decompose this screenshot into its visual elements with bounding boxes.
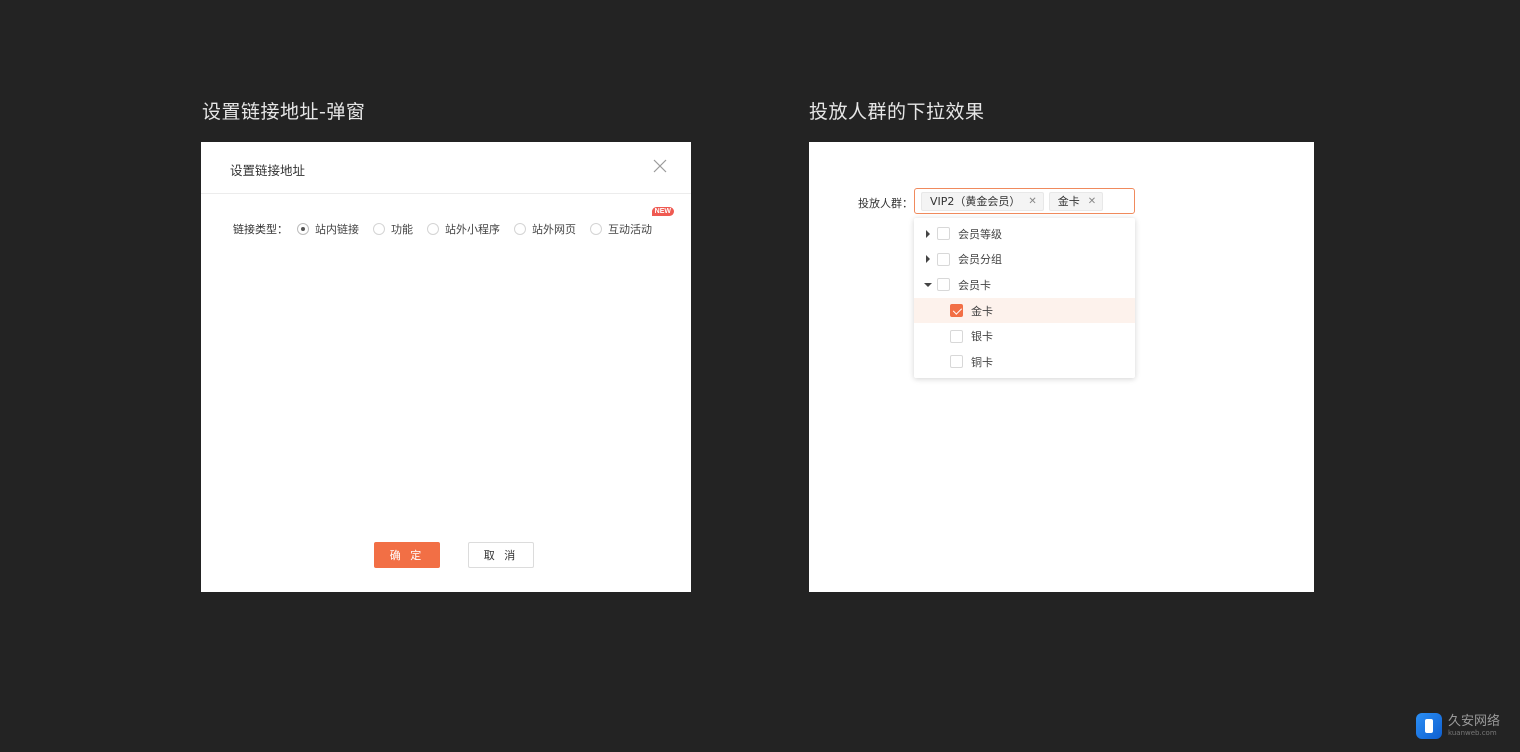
tag-label: VIP2（黄金会员） [930, 195, 1021, 208]
radio-unchecked-icon [514, 223, 526, 235]
audience-multi-select[interactable]: VIP2（黄金会员） ✕ 金卡 ✕ [914, 188, 1135, 214]
link-type-label: 链接类型： [233, 223, 288, 236]
tree-node-member-level[interactable]: 会员等级 [914, 221, 1135, 247]
radio-internal-link[interactable]: 站内链接 [297, 221, 359, 237]
tree-node-silver-card[interactable]: 银卡 [914, 323, 1135, 349]
audience-label: 投放人群： [858, 197, 913, 210]
radio-label: 功能 [391, 223, 413, 236]
brand-logo-icon [1416, 713, 1442, 739]
tag-close-icon[interactable]: ✕ [1088, 196, 1096, 207]
tag-close-icon[interactable]: ✕ [1028, 196, 1036, 207]
radio-interactive-activity[interactable]: 互动活动 NEW [590, 207, 674, 237]
new-badge: NEW [651, 207, 674, 216]
radio-label: 站外小程序 [445, 223, 500, 236]
radio-unchecked-icon [373, 223, 385, 235]
link-settings-modal: 设置链接地址 链接类型： 站内链接 功能 站外小程序 站外网页 互动活动 NEW… [201, 142, 691, 592]
checkbox[interactable] [937, 227, 950, 241]
tree-node-member-group[interactable]: 会员分组 [914, 247, 1135, 273]
radio-label: 互动活动 [608, 223, 652, 236]
close-icon[interactable] [653, 159, 667, 173]
tree-node-label: 银卡 [971, 330, 993, 344]
tree-node-bronze-card[interactable]: 铜卡 [914, 349, 1135, 375]
caret-down-icon[interactable] [924, 281, 932, 289]
caret-right-icon[interactable] [924, 229, 932, 238]
checkbox[interactable] [937, 252, 950, 266]
radio-unchecked-icon [590, 223, 602, 235]
radio-external-miniprogram[interactable]: 站外小程序 [427, 221, 500, 237]
audience-dropdown: 会员等级 会员分组 会员卡 金卡 银卡 铜卡 [914, 218, 1135, 378]
checkbox-checked[interactable] [950, 304, 963, 318]
tree-node-gold-card[interactable]: 金卡 [914, 297, 1135, 324]
confirm-button[interactable]: 确 定 [374, 542, 440, 568]
radio-label: 站内链接 [315, 223, 359, 236]
watermark-url: kuanweb.com [1448, 728, 1497, 737]
checkbox[interactable] [950, 355, 963, 369]
tree-node-label: 铜卡 [971, 355, 993, 369]
tree-node-label: 会员等级 [958, 227, 1002, 241]
section-title-link-modal: 设置链接地址-弹窗 [202, 101, 366, 123]
radio-unchecked-icon [427, 223, 439, 235]
tree-node-label: 会员卡 [958, 278, 991, 292]
link-type-row: 链接类型： 站内链接 功能 站外小程序 站外网页 互动活动 NEW [233, 207, 674, 237]
tree-node-member-card[interactable]: 会员卡 [914, 272, 1135, 298]
selected-tag: VIP2（黄金会员） ✕ [921, 191, 1044, 211]
modal-title: 设置链接地址 [230, 163, 306, 178]
checkbox[interactable] [950, 329, 963, 343]
watermark: 久安网络 kuanweb.com [1416, 713, 1500, 739]
tree-node-label: 会员分组 [958, 253, 1002, 267]
radio-label: 站外网页 [532, 223, 576, 236]
section-title-audience-dropdown: 投放人群的下拉效果 [809, 101, 985, 123]
checkbox[interactable] [937, 278, 950, 292]
cancel-button[interactable]: 取 消 [468, 542, 534, 568]
tree-node-label: 金卡 [971, 304, 993, 318]
tag-label: 金卡 [1057, 195, 1080, 208]
modal-header: 设置链接地址 [201, 142, 691, 194]
watermark-name: 久安网络 [1448, 713, 1501, 729]
watermark-text: 久安网络 kuanweb.com [1448, 713, 1501, 738]
caret-right-icon[interactable] [924, 255, 932, 264]
audience-panel: 投放人群： VIP2（黄金会员） ✕ 金卡 ✕ 会员等级 会员分组 会员卡 金卡… [809, 142, 1314, 592]
radio-function[interactable]: 功能 [373, 221, 413, 237]
selected-tag: 金卡 ✕ [1048, 191, 1104, 211]
radio-external-webpage[interactable]: 站外网页 [514, 221, 576, 237]
radio-checked-icon [297, 223, 309, 235]
